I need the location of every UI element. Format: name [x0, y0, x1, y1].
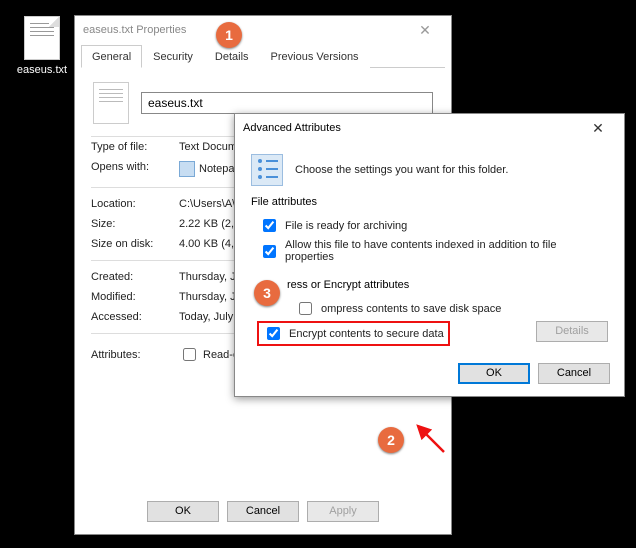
callout-badge-3: 3 [254, 280, 280, 306]
desktop-file[interactable]: easeus.txt [14, 16, 70, 76]
apply-button[interactable]: Apply [307, 501, 379, 522]
tab-general[interactable]: General [81, 45, 142, 68]
checklist-icon [251, 154, 283, 186]
index-checkbox[interactable]: Allow this file to have contents indexed… [251, 237, 608, 265]
filename-input[interactable] [141, 92, 433, 114]
encrypt-checkbox[interactable]: Encrypt contents to secure data [263, 324, 444, 343]
properties-title: easeus.txt Properties [83, 16, 186, 44]
properties-titlebar[interactable]: easeus.txt Properties ✕ [75, 16, 451, 44]
ok-button[interactable]: OK [458, 363, 530, 384]
archive-checkbox[interactable]: File is ready for archiving [251, 214, 608, 237]
compress-checkbox[interactable]: ompress contents to save disk space [251, 297, 608, 320]
ok-button[interactable]: OK [147, 501, 219, 522]
opens-with-label: Opens with: [91, 161, 179, 177]
properties-tabs: General Security Details Previous Versio… [81, 44, 445, 68]
modified-label: Modified: [91, 291, 179, 303]
advanced-titlebar[interactable]: Advanced Attributes ✕ [235, 114, 624, 142]
tab-previous-versions[interactable]: Previous Versions [260, 45, 370, 68]
callout-badge-2: 2 [378, 427, 404, 453]
callout-badge-1: 1 [216, 22, 242, 48]
file-attributes-group: File attributes [251, 196, 608, 208]
cancel-button[interactable]: Cancel [227, 501, 299, 522]
created-label: Created: [91, 271, 179, 283]
tab-security[interactable]: Security [142, 45, 204, 68]
size-on-disk-label: Size on disk: [91, 238, 179, 250]
tab-details[interactable]: Details [204, 45, 260, 68]
compress-encrypt-group: ress or Encrypt attributes [251, 279, 608, 291]
annotation-arrow [410, 418, 450, 458]
close-icon[interactable]: ✕ [580, 114, 616, 142]
details-button[interactable]: Details [536, 321, 608, 342]
advanced-attributes-window: Advanced Attributes ✕ Choose the setting… [234, 113, 625, 397]
advanced-intro: Choose the settings you want for this fo… [295, 164, 508, 176]
cancel-button[interactable]: Cancel [538, 363, 610, 384]
text-file-icon [24, 16, 60, 60]
notepad-icon [179, 161, 195, 177]
desktop-file-label: easeus.txt [14, 64, 70, 76]
text-file-icon [93, 82, 129, 124]
location-label: Location: [91, 198, 179, 210]
type-of-file-label: Type of file: [91, 141, 179, 153]
attributes-label: Attributes: [91, 349, 179, 361]
close-icon[interactable]: ✕ [407, 16, 443, 44]
accessed-label: Accessed: [91, 311, 179, 323]
advanced-title: Advanced Attributes [243, 114, 341, 142]
size-label: Size: [91, 218, 179, 230]
